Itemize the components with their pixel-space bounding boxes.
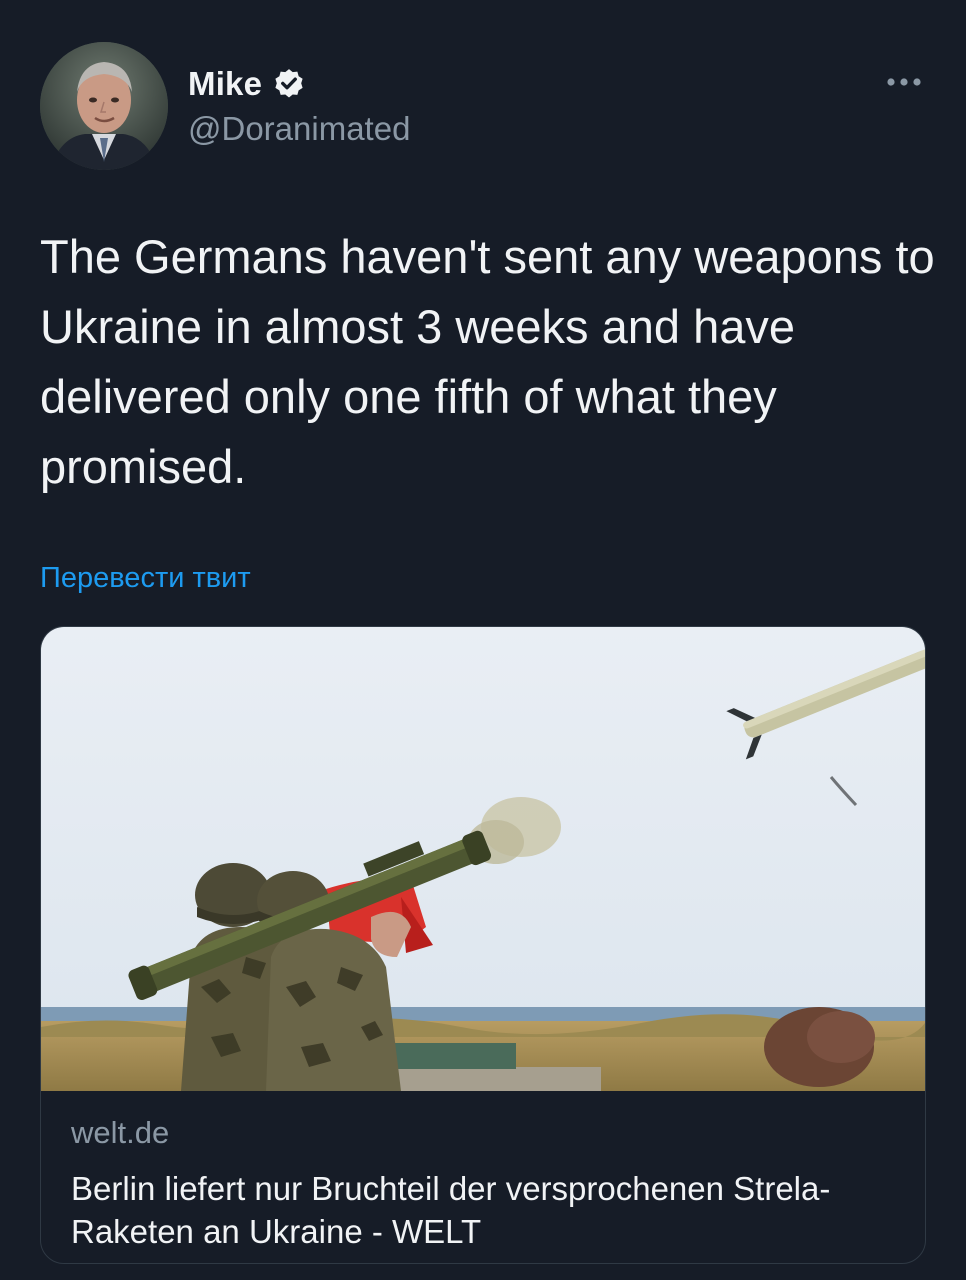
tweet-text: The Germans haven't sent any weapons to … bbox=[40, 230, 935, 493]
card-domain: welt.de bbox=[71, 1115, 170, 1150]
card-image bbox=[41, 627, 925, 1091]
translate-tweet-link[interactable]: Перевести твит bbox=[40, 562, 251, 595]
card-title: Berlin liefert nur Bruchteil der verspro… bbox=[71, 1170, 831, 1250]
link-preview-card[interactable]: welt.de Berlin liefert nur Bruchteil der… bbox=[40, 626, 926, 1264]
verified-badge-icon bbox=[272, 67, 306, 101]
avatar[interactable] bbox=[40, 42, 168, 170]
display-name[interactable]: Mike bbox=[188, 65, 262, 103]
author-info[interactable]: Mike @Doranimated bbox=[188, 62, 410, 148]
more-options-icon[interactable] bbox=[884, 70, 924, 94]
card-body: welt.de Berlin liefert nur Bruchteil der… bbox=[71, 1115, 895, 1253]
user-handle[interactable]: @Doranimated bbox=[188, 110, 410, 148]
tweet-container: Mike @Doranimated The Germans haven't se… bbox=[0, 0, 966, 1280]
avatar-photo bbox=[40, 42, 168, 170]
name-row: Mike bbox=[188, 62, 410, 106]
